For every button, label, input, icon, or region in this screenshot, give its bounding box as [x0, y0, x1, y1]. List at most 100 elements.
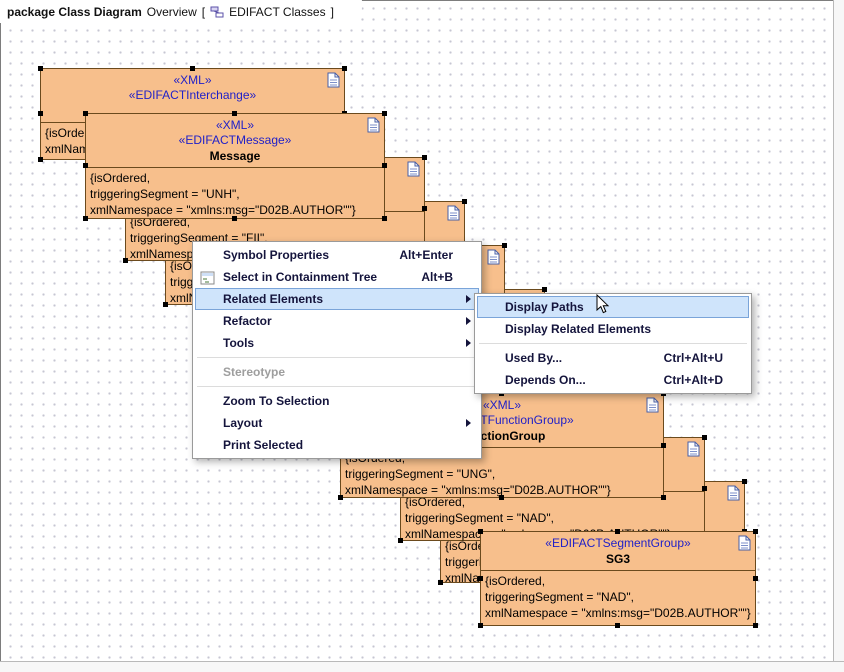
menu-item-zoom-to-selection[interactable]: Zoom To Selection: [195, 390, 479, 412]
selection-handle[interactable]: [702, 486, 707, 491]
menu-item-related-elements[interactable]: Related Elements: [195, 288, 479, 310]
package-label: package Class Diagram: [7, 5, 142, 19]
selection-handle[interactable]: [422, 155, 427, 160]
context-menu: Symbol Properties Alt+Enter Select in Co…: [192, 241, 482, 459]
menu-item-select-in-containment-tree[interactable]: Select in Containment Tree Alt+B: [195, 266, 479, 288]
class-property: {isOrdered,: [86, 170, 384, 186]
selection-handle[interactable]: [232, 216, 237, 221]
selection-handle[interactable]: [338, 495, 343, 500]
menu-item-label: Select in Containment Tree: [223, 266, 377, 288]
menu-item-depends-on[interactable]: Depends On... Ctrl+Alt+D: [477, 369, 749, 391]
selection-handle[interactable]: [753, 529, 758, 534]
stereotype-label: «XML»: [86, 118, 384, 133]
menu-item-tools[interactable]: Tools: [195, 332, 479, 354]
document-icon: [646, 397, 659, 413]
selection-handle[interactable]: [38, 111, 43, 116]
vertical-scrollbar[interactable]: [833, 0, 844, 672]
selection-handle[interactable]: [382, 216, 387, 221]
stereotype-label: «XML»: [41, 73, 344, 88]
menu-item-stereotype: Stereotype: [195, 361, 479, 383]
stereotype-label: «EDIFACTSegmentGroup»: [481, 536, 755, 551]
selection-handle[interactable]: [661, 495, 666, 500]
diagram-frame-header[interactable]: package Class Diagram Overview [ EDIFACT…: [0, 0, 362, 23]
selection-handle[interactable]: [38, 66, 43, 71]
bracket-open: [: [202, 5, 205, 19]
uml-class-edifact-message[interactable]: «XML» «EDIFACTMessage» Message {isOrdere…: [85, 113, 385, 219]
class-property: xmlNamespace = "xmlns:msg="D02B.AUTHOR""…: [481, 605, 755, 621]
bracket-close: ]: [331, 5, 334, 19]
document-icon: [407, 161, 420, 177]
selection-handle[interactable]: [83, 111, 88, 116]
class-property: triggeringSegment = "UNH",: [86, 186, 384, 202]
menu-item-symbol-properties[interactable]: Symbol Properties Alt+Enter: [195, 244, 479, 266]
submenu-arrow-icon: [466, 339, 471, 347]
selection-handle[interactable]: [38, 157, 43, 162]
menu-item-display-related-elements[interactable]: Display Related Elements: [477, 318, 749, 340]
selection-handle[interactable]: [190, 66, 195, 71]
selection-handle[interactable]: [478, 576, 483, 581]
uml-class-segment-group-sg3[interactable]: «EDIFACTSegmentGroup» SG3 {isOrdered, tr…: [480, 531, 756, 626]
diagram-canvas[interactable]: package Class Diagram Overview [ EDIFACT…: [0, 0, 844, 672]
submenu-arrow-icon: [466, 419, 471, 427]
menu-item-layout[interactable]: Layout: [195, 412, 479, 434]
view-label: Overview: [147, 5, 197, 19]
containment-tree-icon: [200, 270, 215, 284]
selection-handle[interactable]: [438, 580, 443, 585]
horizontal-scrollbar[interactable]: [0, 661, 844, 672]
document-icon: [738, 535, 751, 551]
document-icon: [727, 485, 740, 501]
menu-item-shortcut: Ctrl+Alt+D: [640, 369, 723, 391]
document-icon: [447, 205, 460, 221]
selection-handle[interactable]: [615, 623, 620, 628]
selection-handle[interactable]: [382, 163, 387, 168]
menu-item-used-by[interactable]: Used By... Ctrl+Alt+U: [477, 347, 749, 369]
selection-handle[interactable]: [742, 479, 747, 484]
selection-handle[interactable]: [702, 435, 707, 440]
menu-item-display-paths[interactable]: Display Paths: [477, 296, 749, 318]
class-property: triggeringSegment = "NAD",: [401, 510, 704, 526]
mouse-cursor-icon: [596, 294, 610, 320]
selection-handle[interactable]: [661, 443, 666, 448]
menu-item-shortcut: Ctrl+Alt+U: [640, 347, 723, 369]
selection-handle[interactable]: [478, 623, 483, 628]
selection-handle[interactable]: [499, 495, 504, 500]
document-icon: [687, 441, 700, 457]
selection-handle[interactable]: [123, 258, 128, 263]
menu-item-label: Tools: [223, 332, 254, 354]
menu-item-shortcut: Alt+Enter: [375, 244, 453, 266]
selection-handle[interactable]: [163, 302, 168, 307]
selection-handle[interactable]: [398, 538, 403, 543]
class-name: SG3: [481, 551, 755, 568]
selection-handle[interactable]: [478, 529, 483, 534]
document-icon: [487, 249, 500, 265]
selection-handle[interactable]: [502, 243, 507, 248]
selection-handle[interactable]: [83, 216, 88, 221]
menu-item-label: Display Related Elements: [505, 318, 651, 340]
selection-handle[interactable]: [753, 576, 758, 581]
selection-handle[interactable]: [83, 163, 88, 168]
selection-handle[interactable]: [615, 529, 620, 534]
diagram-name: EDIFACT Classes: [229, 5, 325, 19]
class-name: Message: [86, 148, 384, 165]
menu-item-label: Depends On...: [505, 369, 586, 391]
menu-item-refactor[interactable]: Refactor: [195, 310, 479, 332]
selection-handle[interactable]: [462, 199, 467, 204]
selection-handle[interactable]: [342, 66, 347, 71]
class-property: triggeringSegment = "NAD",: [481, 589, 755, 605]
selection-handle[interactable]: [542, 287, 547, 292]
menu-item-print-selected[interactable]: Print Selected: [195, 434, 479, 456]
selection-handle[interactable]: [382, 111, 387, 116]
compartment-divider: [481, 570, 755, 571]
menu-item-label: Symbol Properties: [223, 244, 329, 266]
menu-item-label: Refactor: [223, 310, 272, 332]
selection-handle[interactable]: [232, 111, 237, 116]
submenu-arrow-icon: [466, 295, 471, 303]
submenu-arrow-icon: [466, 317, 471, 325]
stereotype-label: «EDIFACTInterchange»: [41, 88, 344, 103]
selection-handle[interactable]: [422, 206, 427, 211]
selection-handle[interactable]: [753, 623, 758, 628]
menu-separator: [197, 357, 477, 358]
menu-item-label: Stereotype: [223, 361, 285, 383]
menu-separator: [197, 386, 477, 387]
class-property: {isOrdered,: [481, 573, 755, 589]
